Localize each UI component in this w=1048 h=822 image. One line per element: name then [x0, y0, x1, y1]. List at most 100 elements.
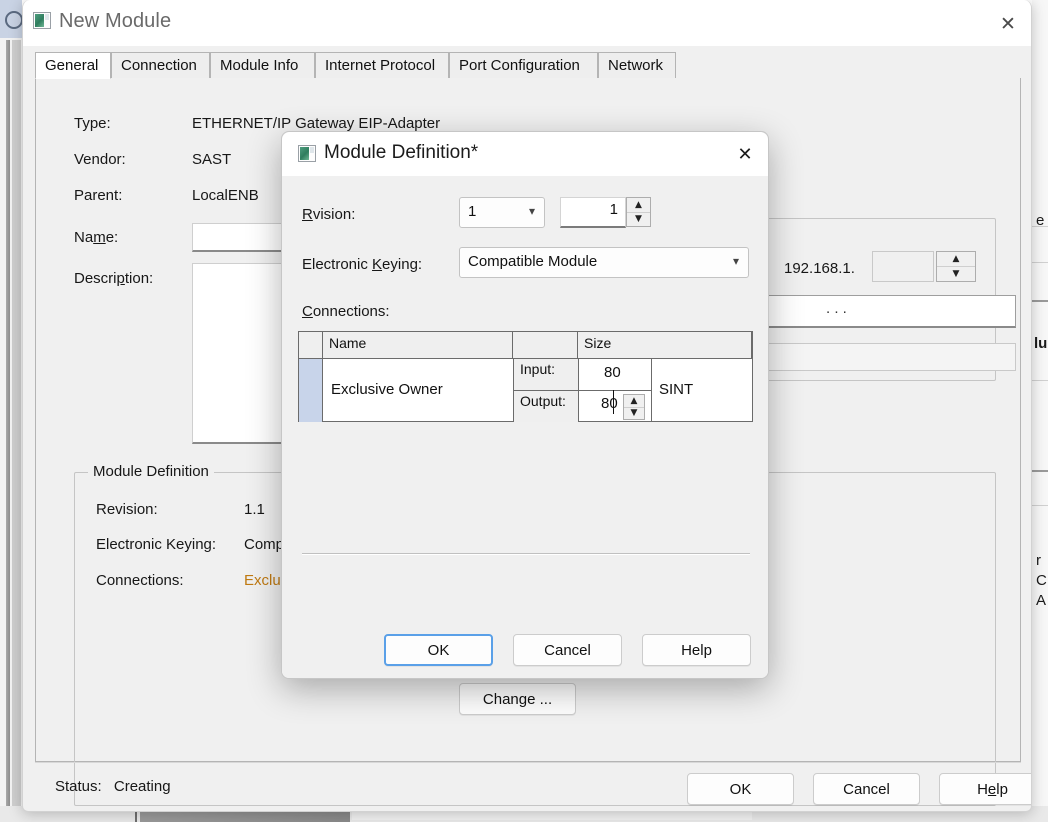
clipped-divider-4: [1032, 380, 1048, 381]
chevron-down-icon: ▾: [528, 204, 535, 218]
electronic-keying-label: Electronic Keying:: [302, 256, 422, 273]
output-size-stepper[interactable]: ▲ ▼: [623, 394, 645, 420]
change-button-part-b: e ...: [527, 690, 553, 708]
background-window-shadow: [6, 40, 10, 822]
revision-stepper-up-icon[interactable]: ▲: [627, 198, 650, 213]
connections-label: Connections:: [302, 303, 390, 320]
name-label: Name:: [74, 229, 118, 246]
ek-label-part-b: eying:: [382, 256, 423, 273]
tab-general[interactable]: General: [35, 52, 111, 79]
md-revision-value: 1.1: [244, 501, 265, 518]
revision-major-value: 1: [468, 203, 477, 220]
help-button[interactable]: Help: [939, 773, 1031, 805]
electronic-keying-combo[interactable]: Compatible Module ▾: [459, 247, 749, 278]
status-bar: Status: Creating OK Cancel Help: [35, 762, 1031, 810]
status-value: Creating: [113, 778, 171, 795]
help-button-part-b: lp: [996, 780, 1008, 798]
window-titlebar: New Module ✕: [23, 0, 1031, 46]
clipped-divider-3: [1032, 300, 1048, 302]
modal-title: Module Definition*: [324, 142, 479, 163]
clipped-right-label-3: r: [1036, 552, 1041, 569]
modal-titlebar: Module Definition* ✕: [282, 132, 768, 176]
tab-network[interactable]: Network: [598, 52, 676, 79]
status-bar-divider: [35, 762, 1021, 763]
parent-label: Parent:: [74, 187, 123, 204]
stepper-down-icon[interactable]: ▼: [937, 267, 975, 281]
description-label-accel: p: [116, 270, 125, 287]
md-revision-label: Revision:: [96, 501, 158, 518]
clipped-divider-6: [1032, 505, 1048, 506]
ethernet-secondary-field[interactable]: [736, 343, 1016, 371]
cancel-button[interactable]: Cancel: [813, 773, 920, 805]
text-caret: [613, 390, 614, 414]
modal-ok-button[interactable]: OK: [384, 634, 493, 666]
modal-cancel-button[interactable]: Cancel: [513, 634, 622, 666]
name-label-accel: m: [93, 229, 106, 246]
ok-button[interactable]: OK: [687, 773, 794, 805]
revision-major-combo[interactable]: 1 ▾: [459, 197, 545, 228]
parent-value: LocalENB: [192, 187, 259, 204]
revision-minor-stepper[interactable]: ▲ ▼: [626, 197, 651, 227]
ip-octet-input[interactable]: [872, 251, 934, 282]
type-label: Type:: [74, 115, 111, 132]
close-icon[interactable]: ✕: [985, 0, 1031, 46]
ip-octet-stepper[interactable]: ▲ ▼: [936, 251, 976, 282]
name-label-part-b: e:: [105, 229, 119, 246]
help-button-accel: e: [987, 780, 997, 798]
module-definition-group-title: Module Definition: [88, 463, 214, 480]
connections-header-size: Size: [578, 332, 752, 359]
host-name-input[interactable]: [736, 295, 1016, 328]
description-label: Description:: [74, 270, 153, 287]
tab-connection[interactable]: Connection: [111, 52, 210, 79]
md-connections-label: Connections:: [96, 572, 184, 589]
tab-module-info[interactable]: Module Info: [210, 52, 315, 79]
connections-label-text: onnections:: [312, 303, 390, 320]
stepper-up-icon[interactable]: ▲: [937, 252, 975, 267]
modal-help-button[interactable]: Help: [642, 634, 751, 666]
description-label-part-b: tion:: [124, 270, 154, 287]
change-button-part-a: Chan: [482, 690, 519, 708]
md-keying-label: Electronic Keying:: [96, 536, 217, 553]
modal-revision-accel: R: [302, 206, 313, 223]
revision-minor-input[interactable]: 1: [560, 197, 626, 228]
screen: e lu r C A New Module ✕ General Connecti…: [0, 0, 1048, 822]
connection-name-cell[interactable]: Exclusive Owner: [331, 381, 443, 398]
clipped-right-label-5: A: [1036, 592, 1047, 609]
connections-header-select: [299, 332, 323, 359]
modal-separator: [302, 553, 750, 554]
connections-header-name: Name: [323, 332, 513, 359]
type-value: ETHERNET/IP Gateway EIP-Adapter: [192, 115, 441, 132]
window-title: New Module: [59, 10, 172, 32]
ek-chevron-down-icon: ▾: [732, 254, 739, 268]
input-size-label: Input:: [514, 359, 578, 390]
connections-header-blank: [513, 332, 578, 359]
connection-datatype-cell: SINT: [659, 381, 694, 398]
revision-stepper-down-icon[interactable]: ▼: [627, 213, 650, 227]
module-icon: [33, 12, 51, 29]
status-label-text: Status:: [55, 778, 102, 795]
table-row-selector[interactable]: [299, 359, 323, 422]
clipped-divider-2: [1032, 262, 1048, 263]
change-button-accel: g: [518, 690, 528, 708]
help-button-part-a: H: [977, 780, 988, 798]
module-definition-dialog: Module Definition* ✕ Rvision: 1 ▾ 1 ▲ ▼ …: [281, 131, 769, 679]
output-stepper-down-icon[interactable]: ▼: [624, 408, 644, 420]
status-label: Status: Creating: [55, 778, 171, 795]
modal-close-icon[interactable]: ✕: [726, 136, 764, 172]
background-window-edge: [12, 40, 21, 822]
modal-body: Rvision: 1 ▾ 1 ▲ ▼ Electronic Keying: Co…: [282, 176, 768, 678]
modal-module-icon: [298, 145, 316, 162]
vendor-label: Vendor:: [74, 151, 126, 168]
background-app-badge: [0, 0, 23, 38]
vendor-value: SAST: [192, 151, 232, 168]
change-button[interactable]: Change ...: [459, 683, 576, 715]
tab-bar: General Connection Module Info Internet …: [35, 52, 1021, 79]
input-size-value[interactable]: 80: [604, 364, 621, 381]
clipped-right-label-2: lu: [1034, 335, 1048, 352]
output-stepper-up-icon[interactable]: ▲: [624, 395, 644, 408]
connections-table[interactable]: Name Size Exclusive Owner Input: Output:…: [298, 331, 753, 422]
output-size-value[interactable]: 80: [601, 395, 618, 412]
tab-internet-protocol[interactable]: Internet Protocol: [315, 52, 449, 79]
tab-port-configuration[interactable]: Port Configuration: [449, 52, 598, 79]
background-right-panel: [1032, 0, 1048, 822]
